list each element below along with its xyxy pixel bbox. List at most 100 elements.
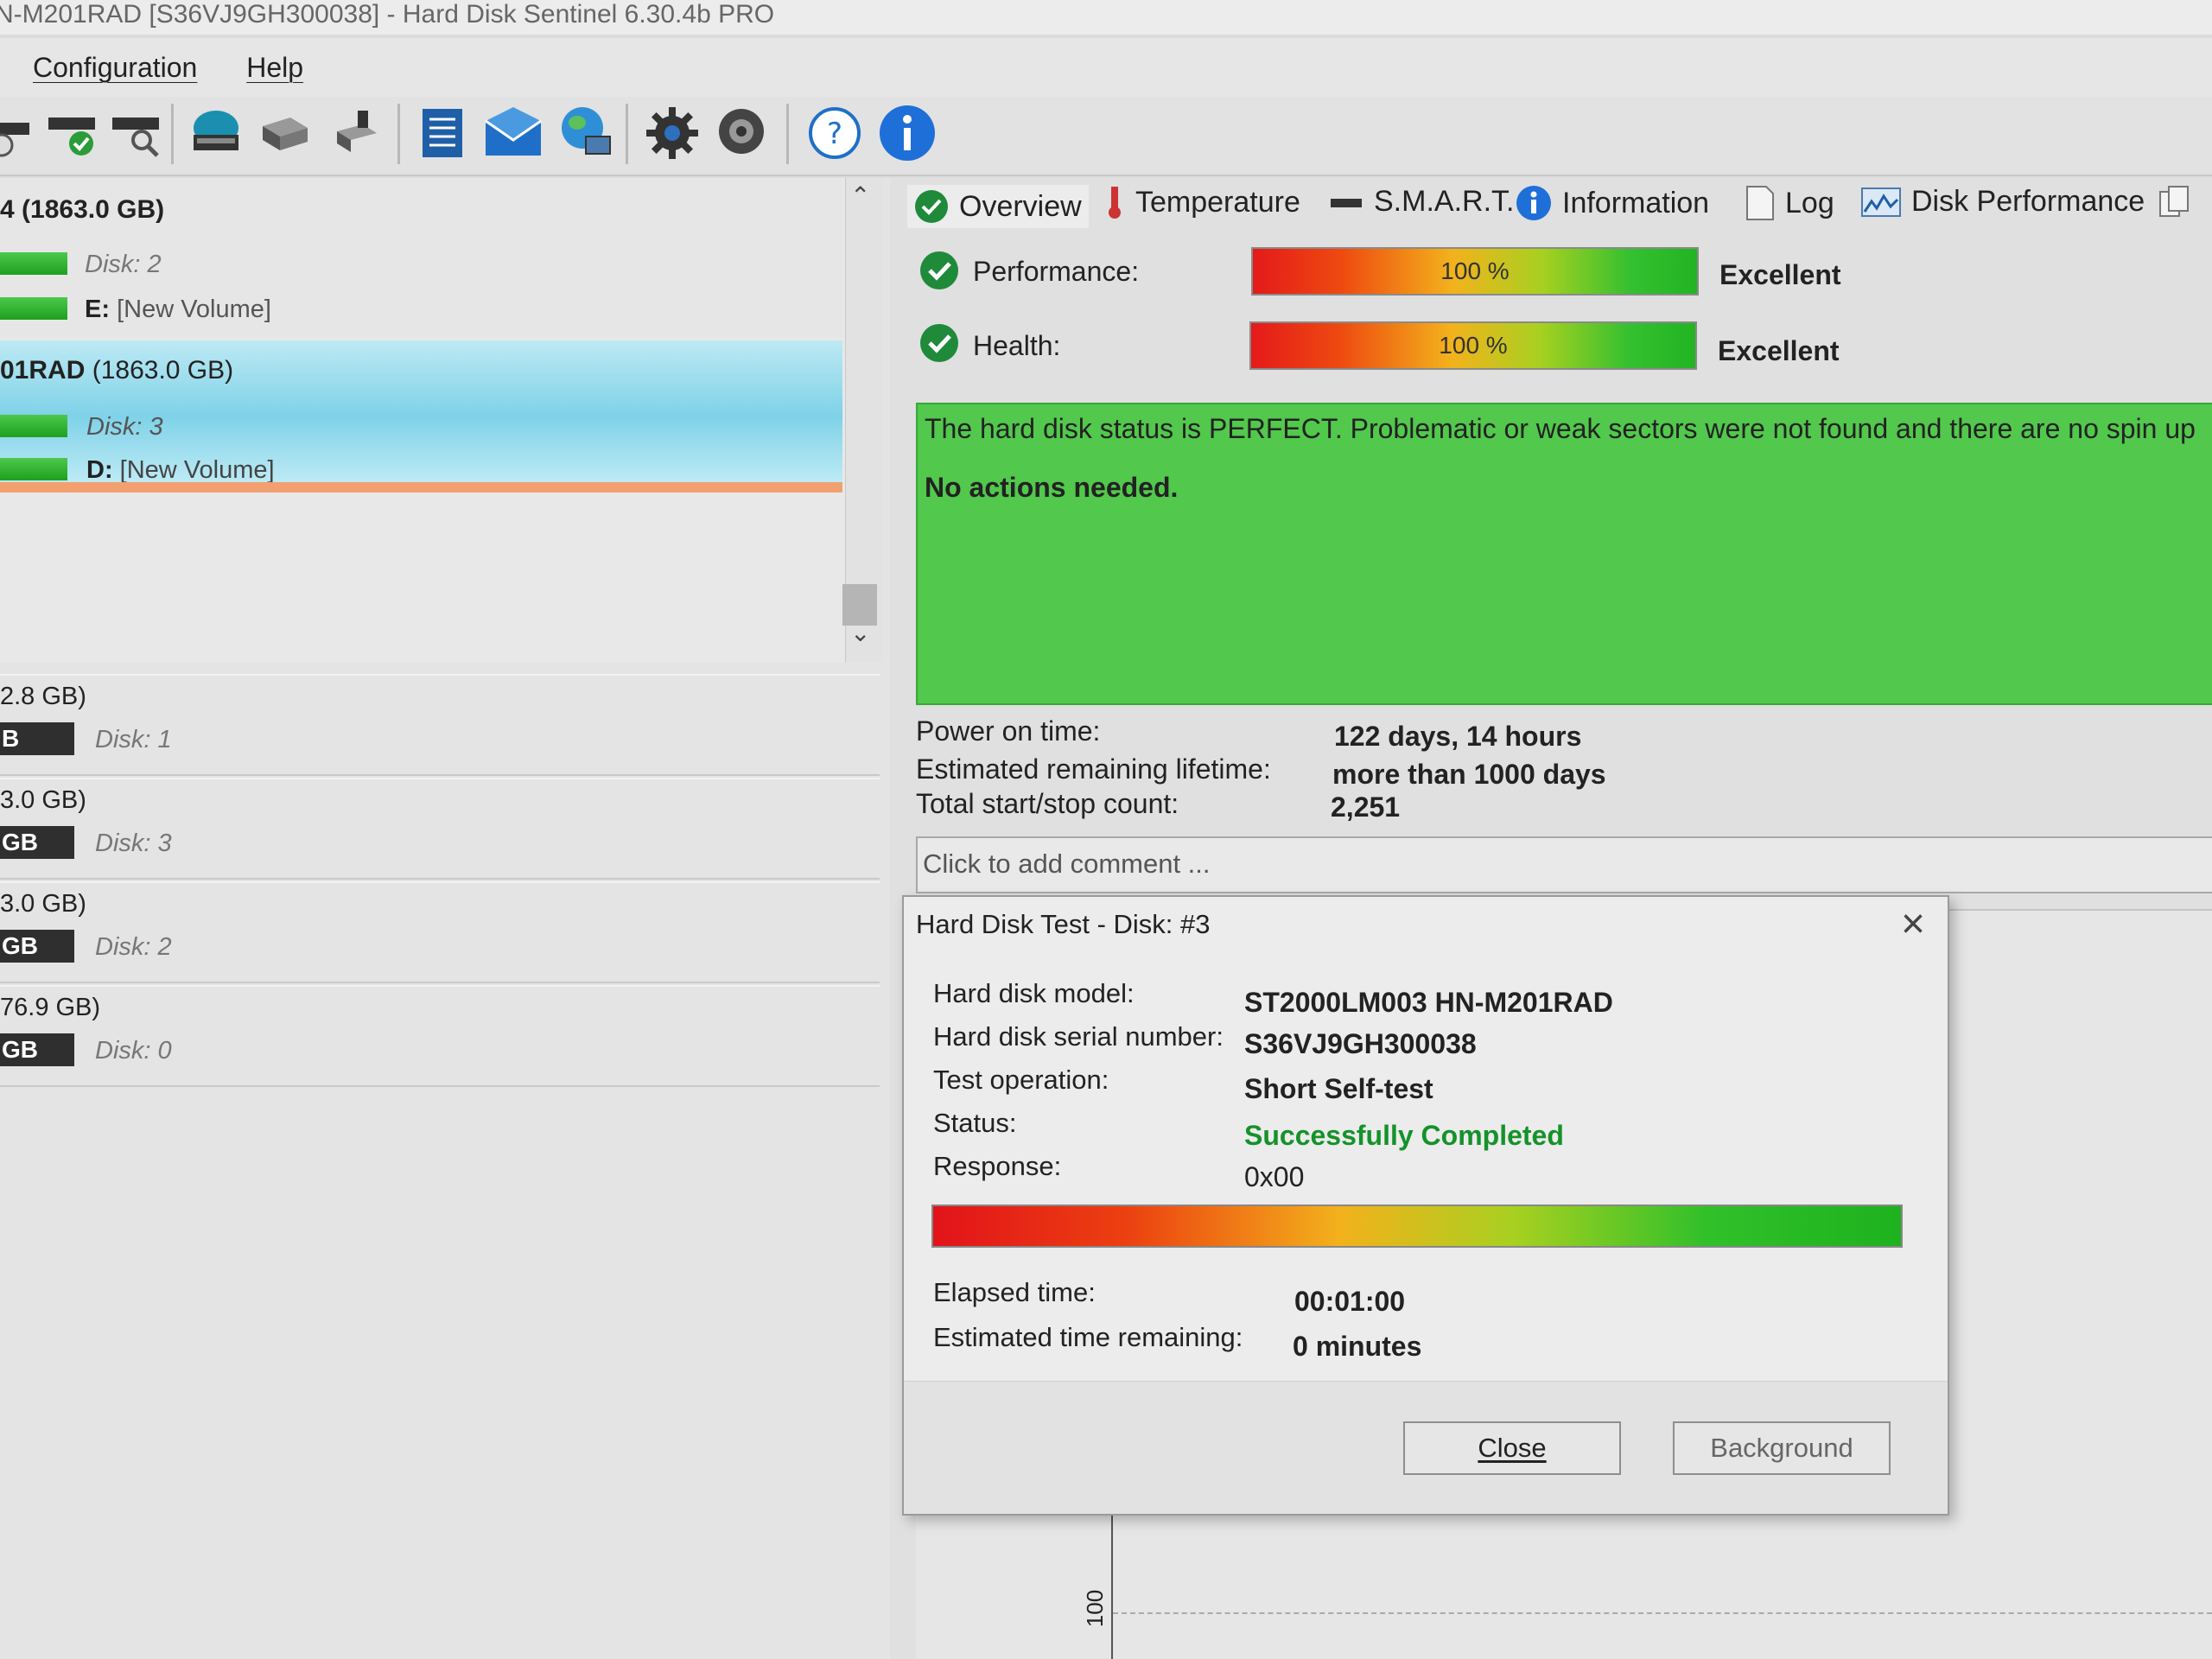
toolbar-separator xyxy=(626,104,628,164)
disk-model-short: 01RAD xyxy=(0,356,86,385)
health-label: Health: xyxy=(973,330,1061,361)
volume-entry[interactable]: 76.9 GB) GB Disk: 0 xyxy=(0,985,880,1087)
close-icon[interactable]: × xyxy=(1901,900,1925,948)
disk-globe-icon[interactable] xyxy=(187,102,245,164)
gear-icon[interactable] xyxy=(643,102,702,164)
check-icon xyxy=(920,251,958,289)
power-on-value: 122 days, 14 hours xyxy=(1334,721,1582,752)
speaker-icon[interactable] xyxy=(714,102,772,164)
disk-check-icon[interactable] xyxy=(43,102,102,164)
status-value: Successfully Completed xyxy=(1244,1120,1564,1151)
serial-value: S36VJ9GH300038 xyxy=(1244,1028,1477,1059)
menu-help[interactable]: Help xyxy=(246,38,303,97)
status-label: Status: xyxy=(933,1108,1017,1138)
disk-arrow-icon[interactable] xyxy=(327,102,385,164)
tab-temperature[interactable]: Temperature xyxy=(1104,185,1300,219)
info-icon xyxy=(1516,186,1551,220)
remaining-value: 0 minutes xyxy=(1293,1331,1422,1362)
scroll-down-icon[interactable]: ⌄ xyxy=(850,619,870,647)
disk-entry[interactable]: 4 (1863.0 GB) Disk: 2 E: [New Volume] xyxy=(0,178,842,337)
tab-more[interactable] xyxy=(2158,185,2193,221)
svg-text:?: ? xyxy=(827,117,842,151)
toolbar: ? xyxy=(0,97,2212,176)
disk-entry-header: 4 (1863.0 GB) xyxy=(0,195,165,224)
volume-size: 2.8 GB) xyxy=(0,683,86,710)
dialog-title: Hard Disk Test - Disk: #3 xyxy=(916,909,1211,939)
response-label: Response: xyxy=(933,1151,1062,1181)
menu-bar: Configuration Help xyxy=(0,38,2212,97)
close-button[interactable]: Close xyxy=(1403,1421,1621,1475)
tab-smart[interactable]: S.M.A.R.T. xyxy=(1329,185,1514,219)
volume-name: [New Volume] xyxy=(119,456,275,484)
disk-stack-icon[interactable] xyxy=(256,102,315,164)
disk-entry-selected[interactable]: 01RAD (1863.0 GB) Disk: 3 D: [New Volume… xyxy=(0,340,842,493)
volume-disk-label: Disk: 1 xyxy=(95,726,172,753)
clock-disk-icon[interactable] xyxy=(0,102,41,164)
volume-size: 3.0 GB) xyxy=(0,890,86,918)
tab-label: Disk Performance xyxy=(1911,185,2145,218)
remaining-label: Estimated time remaining: xyxy=(933,1322,1243,1352)
volume-name: [New Volume] xyxy=(117,296,271,323)
disk-list-panel: 4 (1863.0 GB) Disk: 2 E: [New Volume] 01… xyxy=(0,178,890,1659)
tab-label: Overview xyxy=(959,189,1082,223)
check-icon xyxy=(920,324,958,362)
model-label: Hard disk model: xyxy=(933,978,1135,1008)
close-button-label: Close xyxy=(1478,1433,1547,1463)
help-icon[interactable]: ? xyxy=(805,102,864,164)
volume-entry[interactable]: 3.0 GB) GB Disk: 2 xyxy=(0,881,880,983)
volume-label: E: [New Volume] xyxy=(85,296,271,324)
elapsed-value: 00:01:00 xyxy=(1294,1286,1406,1317)
volume-usage-bar: GB xyxy=(0,826,74,859)
volume-usage-bar: GB xyxy=(0,1033,74,1066)
tab-information[interactable]: Information xyxy=(1516,185,1709,221)
thermometer-icon xyxy=(1109,187,1121,219)
performance-value: 100 % xyxy=(1440,257,1510,284)
toolbar-separator xyxy=(171,104,174,164)
startstop-value: 2,251 xyxy=(1331,791,1401,823)
comment-input[interactable]: Click to add comment ... xyxy=(916,836,2212,893)
background-button[interactable]: Background xyxy=(1673,1421,1891,1475)
tab-overview[interactable]: Overview xyxy=(907,185,1089,228)
network-icon[interactable] xyxy=(556,102,615,164)
disk-size: (1863.0 GB) xyxy=(92,356,234,385)
menu-configuration[interactable]: Configuration xyxy=(33,38,197,97)
dialog-footer: Close Background xyxy=(904,1381,1948,1514)
volume-entry[interactable]: 3.0 GB) GB Disk: 3 xyxy=(0,778,880,880)
volume-health-bar xyxy=(0,297,67,320)
scroll-up-icon[interactable]: ⌃ xyxy=(850,181,870,210)
disk-health-bar xyxy=(0,415,67,437)
toolbar-separator xyxy=(397,104,400,164)
selection-underline xyxy=(0,482,842,493)
copy-icon xyxy=(2159,186,2189,217)
background-button-label: Background xyxy=(1710,1433,1853,1463)
volume-entry[interactable]: 2.8 GB) B Disk: 1 xyxy=(0,674,880,776)
smart-icon xyxy=(1331,198,1362,207)
performance-meter: 100 % xyxy=(1251,247,1699,296)
tab-log[interactable]: Log xyxy=(1745,185,1834,221)
volume-label: D: [New Volume] xyxy=(86,456,275,485)
disk-search-icon[interactable] xyxy=(107,102,166,164)
tab-disk-performance[interactable]: Disk Performance xyxy=(1861,185,2145,219)
operation-label: Test operation: xyxy=(933,1065,1109,1095)
power-on-label: Power on time: xyxy=(916,715,1101,747)
disk-number-label: Disk: 2 xyxy=(85,251,162,278)
comment-placeholder: Click to add comment ... xyxy=(923,849,1211,879)
email-icon[interactable] xyxy=(484,102,543,164)
performance-label: Performance: xyxy=(973,256,1140,287)
startstop-label: Total start/stop count: xyxy=(916,788,1179,819)
info-icon[interactable] xyxy=(878,102,937,164)
report-icon[interactable] xyxy=(413,102,472,164)
tab-label: S.M.A.R.T. xyxy=(1374,185,1515,218)
volume-usage-bar: B xyxy=(0,722,74,755)
status-text: The hard disk status is PERFECT. Problem… xyxy=(925,413,2196,444)
volume-drive-letter: E: xyxy=(85,296,110,323)
health-meter: 100 % xyxy=(1249,321,1697,370)
disk-entry-header: 01RAD (1863.0 GB) xyxy=(0,356,233,385)
chart-y-tick: 100 xyxy=(1082,1589,1109,1628)
response-value: 0x00 xyxy=(1244,1161,1305,1192)
serial-label: Hard disk serial number: xyxy=(933,1021,1224,1052)
lifetime-label: Estimated remaining lifetime: xyxy=(916,753,1271,785)
volume-disk-label: Disk: 3 xyxy=(95,830,172,857)
check-icon xyxy=(915,190,948,223)
lifetime-value: more than 1000 days xyxy=(1332,759,1606,790)
